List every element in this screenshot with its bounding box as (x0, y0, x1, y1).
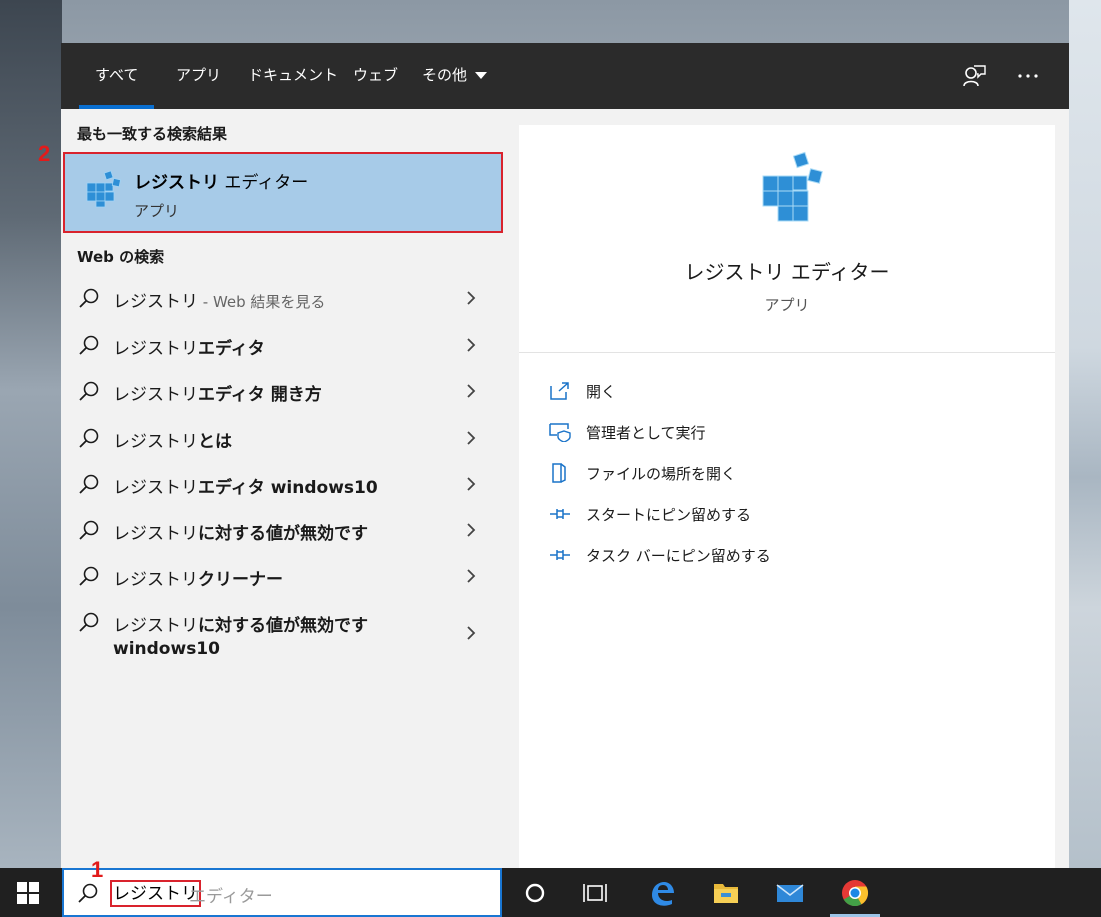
task-view-icon[interactable] (580, 878, 610, 908)
cortana-icon[interactable] (520, 878, 550, 908)
web-suggestion-text: レジストリ - Web 結果を見る (113, 292, 326, 312)
search-icon (78, 883, 98, 903)
taskbar: レジストリ エディター (0, 868, 1101, 917)
web-suggestion-item[interactable]: レジストリクリーナー (61, 553, 503, 599)
action-run-as-admin[interactable]: 管理者として実行 (549, 416, 1029, 448)
chevron-right-icon[interactable] (465, 626, 477, 640)
detail-pane: レジストリ エディター アプリ 開く 管理者として実行 ファイルの場所を開く ス… (519, 125, 1055, 868)
search-icon (79, 612, 99, 632)
tab-apps[interactable]: アプリ (176, 43, 221, 109)
best-match-title: レジストリ エディター (134, 173, 309, 193)
taskbar-search-box[interactable]: レジストリ エディター (62, 868, 502, 917)
search-icon (79, 381, 99, 401)
chevron-right-icon[interactable] (465, 338, 477, 352)
search-suggestion-text: エディター (189, 887, 273, 907)
search-icon (79, 288, 99, 308)
callout-step-1: 1 (91, 857, 104, 882)
tab-documents[interactable]: ドキュメント (248, 43, 338, 109)
detail-subtitle: アプリ (764, 296, 810, 314)
chevron-right-icon[interactable] (465, 291, 477, 305)
web-suggestion-item[interactable]: レジストリに対する値が無効です windows10 (61, 599, 503, 667)
search-icon (79, 520, 99, 540)
chrome-browser-icon[interactable] (840, 878, 870, 908)
start-search-panel: すべて アプリ ドキュメント ウェブ その他 最も一致する検索結果 レジストリ … (61, 43, 1069, 868)
search-icon (79, 428, 99, 448)
mail-icon[interactable] (775, 878, 805, 908)
detail-title: レジストリ エディター (684, 260, 890, 284)
chevron-right-icon[interactable] (465, 384, 477, 398)
registry-editor-icon (86, 170, 122, 208)
action-open[interactable]: 開く (549, 375, 1029, 407)
search-typed-text[interactable]: レジストリ (110, 880, 201, 907)
folder-location-icon (552, 463, 566, 483)
pin-icon (550, 550, 570, 560)
file-explorer-icon[interactable] (711, 878, 741, 908)
edge-browser-icon[interactable] (647, 878, 677, 908)
web-search-heading: Web の検索 (77, 248, 165, 266)
tab-web[interactable]: ウェブ (353, 43, 398, 109)
open-icon (550, 382, 569, 400)
best-match-subtitle: アプリ (134, 202, 180, 220)
best-match-result[interactable]: レジストリ エディター アプリ (63, 152, 503, 233)
web-suggestion-item[interactable]: レジストリエディタ windows10 (61, 461, 503, 507)
detail-header: レジストリ エディター アプリ (519, 125, 1055, 353)
chevron-right-icon[interactable] (465, 477, 477, 491)
web-suggestion-item[interactable]: レジストリに対する値が無効です (61, 507, 503, 553)
chevron-right-icon[interactable] (465, 569, 477, 583)
action-pin-to-start[interactable]: スタートにピン留めする (549, 498, 1029, 530)
filter-tab-bar: すべて アプリ ドキュメント ウェブ その他 (61, 43, 1069, 109)
web-suggestion-text: レジストリエディタ windows10 (113, 478, 378, 498)
shield-icon (549, 423, 571, 442)
chevron-right-icon[interactable] (465, 431, 477, 445)
search-icon (79, 474, 99, 494)
feedback-icon[interactable] (961, 63, 987, 89)
web-suggestion-text: レジストリに対する値が無効です (113, 524, 368, 544)
web-suggestion-item[interactable]: レジストリエディタ (61, 322, 503, 368)
tab-more[interactable]: その他 (422, 43, 467, 109)
web-suggestion-text: レジストリエディタ 開き方 (113, 385, 322, 405)
web-suggestion-text: レジストリとは (113, 432, 232, 452)
registry-editor-large-icon (762, 151, 823, 222)
action-pin-to-taskbar[interactable]: タスク バーにピン留めする (549, 539, 1029, 571)
windows-start-icon[interactable] (17, 882, 39, 904)
web-suggestion-text: レジストリクリーナー (113, 570, 283, 590)
search-icon (79, 335, 99, 355)
web-suggestion-item[interactable]: レジストリエディタ 開き方 (61, 368, 503, 414)
more-options-icon[interactable] (1015, 63, 1041, 89)
web-suggestion-item[interactable]: レジストリとは (61, 415, 503, 461)
web-suggestion-text: レジストリエディタ (113, 339, 265, 359)
pin-icon (550, 509, 570, 519)
web-suggestion-text: レジストリに対する値が無効です windows10 (113, 616, 368, 659)
chevron-down-icon (475, 72, 487, 79)
tab-all[interactable]: すべて (78, 43, 155, 109)
chevron-right-icon[interactable] (465, 523, 477, 537)
search-icon (79, 566, 99, 586)
callout-step-2: 2 (38, 141, 51, 166)
best-match-heading: 最も一致する検索結果 (77, 125, 228, 143)
action-open-file-location[interactable]: ファイルの場所を開く (549, 457, 1029, 489)
desktop-background-left (0, 0, 62, 868)
desktop-background-right (1069, 0, 1101, 868)
web-suggestion-item[interactable]: レジストリ - Web 結果を見る (61, 275, 503, 321)
